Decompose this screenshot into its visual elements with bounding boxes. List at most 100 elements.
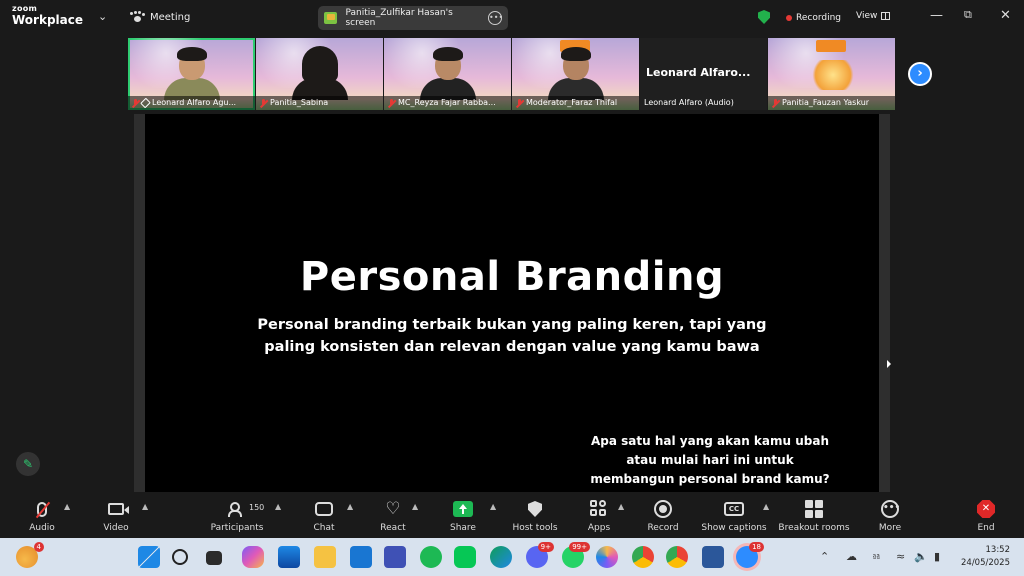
photos-icon[interactable] [596, 546, 618, 568]
zoom-taskbar-icon[interactable]: 18 [736, 542, 764, 568]
apps-options-caret[interactable]: ▲ [618, 502, 624, 511]
end-meeting-button[interactable]: ✕ End [970, 498, 1002, 533]
view-button[interactable]: View [856, 11, 891, 21]
apps-label: Apps [587, 523, 611, 533]
screen-share-indicator[interactable]: Panitia_Zulfikar Hasan's screen ••• [318, 6, 508, 30]
participants-label: Participants [210, 523, 264, 533]
participant-name: Panitia_Fauzan Yaskur [782, 98, 870, 107]
line-icon[interactable] [454, 546, 476, 568]
slide-question-line: Apa satu hal yang akan kamu ubah [591, 434, 829, 448]
participant-tile[interactable]: MC_Reyza Fajar Rabba... [384, 38, 511, 110]
speaker-icon[interactable]: 🔈 [914, 550, 928, 563]
share-button[interactable]: Share [446, 498, 480, 533]
annotate-pencil-icon[interactable]: ✎ [16, 452, 40, 476]
participant-tile[interactable]: Leonard Alfaro Agu... [128, 38, 255, 110]
more-label: More [878, 523, 902, 533]
sharing-label: Panitia_Zulfikar Hasan's screen [345, 8, 453, 28]
participant-tile-audio[interactable]: Leonard Alfaro... Leonard Alfaro (Audio) [640, 38, 767, 110]
react-options-caret[interactable]: ▲ [412, 502, 418, 511]
participants-count: 150 [249, 503, 265, 512]
file-explorer-icon[interactable] [314, 546, 336, 568]
cloud-icon[interactable]: ☁ [846, 550, 857, 563]
chevron-right-icon[interactable] [887, 360, 891, 368]
spotify-icon[interactable] [420, 546, 442, 568]
video-options-caret[interactable]: ▲ [142, 502, 148, 511]
record-button[interactable]: Record [644, 498, 682, 533]
system-clock[interactable]: 13:52 24/05/2025 [956, 544, 1010, 570]
video-label: Video [103, 523, 129, 533]
windows-start-icon[interactable] [138, 546, 160, 568]
end-label: End [977, 523, 995, 533]
participant-name-bar: Panitia_Sabina [256, 96, 383, 110]
chrome-profile-icon[interactable] [666, 546, 688, 568]
react-button[interactable]: ♡ React [376, 498, 410, 533]
meeting-toolbar: Audio ▲ Video ▲ Participants 150 ▲ Chat … [0, 492, 1024, 538]
react-label: React [380, 523, 406, 533]
zoom-workplace-logo[interactable]: zoom Workplace [12, 4, 83, 27]
host-tools-button[interactable]: Host tools [508, 498, 562, 533]
whatsapp-icon[interactable]: 99+ [562, 542, 590, 568]
clock-date: 24/05/2025 [961, 558, 1010, 568]
audio-label: Audio [29, 523, 55, 533]
battery-icon[interactable]: ▮ [934, 550, 940, 563]
chevron-down-icon[interactable]: ⌄ [98, 10, 107, 23]
weather-badge: 4 [33, 542, 44, 552]
participant-tile[interactable]: Panitia_Sabina [256, 38, 383, 110]
chrome-icon[interactable] [632, 546, 654, 568]
chat-options-caret[interactable]: ▲ [347, 502, 353, 511]
participant-video [163, 47, 220, 100]
breakout-rooms-button[interactable]: Breakout rooms [778, 498, 850, 533]
share-label: Share [450, 523, 476, 533]
teams-icon[interactable] [384, 546, 406, 568]
participant-name: Leonard Alfaro Agu... [152, 98, 237, 107]
title-bar: zoom Workplace ⌄ Meeting Panitia_Zulfika… [0, 0, 1024, 36]
mic-muted-icon [516, 98, 523, 108]
copilot-icon[interactable] [242, 546, 264, 568]
participant-name-bar: Panitia_Fauzan Yaskur [768, 96, 895, 110]
apps-button[interactable]: Apps [584, 498, 614, 533]
edge-icon[interactable] [490, 546, 512, 568]
participant-strip: Leonard Alfaro Agu... Panitia_Sabina MC_ [128, 38, 895, 110]
close-button[interactable]: ✕ [1000, 9, 1011, 22]
outlook-icon[interactable] [350, 546, 372, 568]
chat-label: Chat [313, 523, 335, 533]
weather-widget-icon[interactable]: 4 [16, 542, 44, 568]
captions-options-caret[interactable]: ▲ [763, 502, 769, 511]
slide-question-line: membangun personal brand kamu? [590, 472, 830, 486]
wifi-icon[interactable]: ≈ [896, 550, 905, 563]
more-options-icon[interactable]: ••• [488, 11, 503, 25]
next-page-button[interactable]: › [908, 62, 932, 86]
logo-line1: zoom [12, 4, 38, 13]
more-button[interactable]: ••• More [874, 498, 906, 533]
participant-name-bar: Leonard Alfaro Agu... [128, 96, 255, 110]
shared-slide: Personal Branding Personal branding terb… [145, 114, 879, 492]
screen-share-icon [324, 12, 338, 24]
share-options-caret[interactable]: ▲ [490, 502, 496, 511]
host-tools-label: Host tools [512, 523, 558, 533]
chevron-up-icon[interactable]: ⌃ [820, 550, 829, 563]
audio-options-caret[interactable]: ▲ [64, 502, 70, 511]
participant-tile[interactable]: Moderator_Faraz Thifal [512, 38, 639, 110]
video-button[interactable]: Video [96, 498, 136, 533]
recording-indicator[interactable]: Recording [786, 13, 841, 23]
mic-muted-icon [37, 501, 47, 517]
chat-button[interactable]: Chat [308, 498, 340, 533]
minimize-button[interactable]: — [930, 9, 943, 22]
discord-icon[interactable]: 9+ [526, 542, 554, 568]
encryption-shield-icon[interactable] [758, 10, 770, 24]
task-view-icon[interactable] [206, 551, 222, 565]
zoom-window: zoom Workplace ⌄ Meeting Panitia_Zulfika… [0, 0, 1024, 576]
participant-tile[interactable]: Panitia_Fauzan Yaskur [768, 38, 895, 110]
microphone-icon[interactable]: ⎂ [872, 550, 881, 564]
store-icon[interactable] [278, 546, 300, 568]
search-icon[interactable] [172, 549, 188, 565]
restore-button[interactable]: ⧉ [964, 9, 972, 20]
audio-button[interactable]: Audio [22, 498, 62, 533]
closed-captions-icon: CC [724, 502, 744, 516]
participants-options-caret[interactable]: ▲ [275, 502, 281, 511]
chat-bubble-icon [315, 502, 333, 516]
show-captions-button[interactable]: CC Show captions [700, 498, 768, 533]
meeting-menu[interactable]: Meeting [130, 11, 190, 23]
word-icon[interactable] [702, 546, 724, 568]
discord-badge: 9+ [537, 542, 554, 552]
